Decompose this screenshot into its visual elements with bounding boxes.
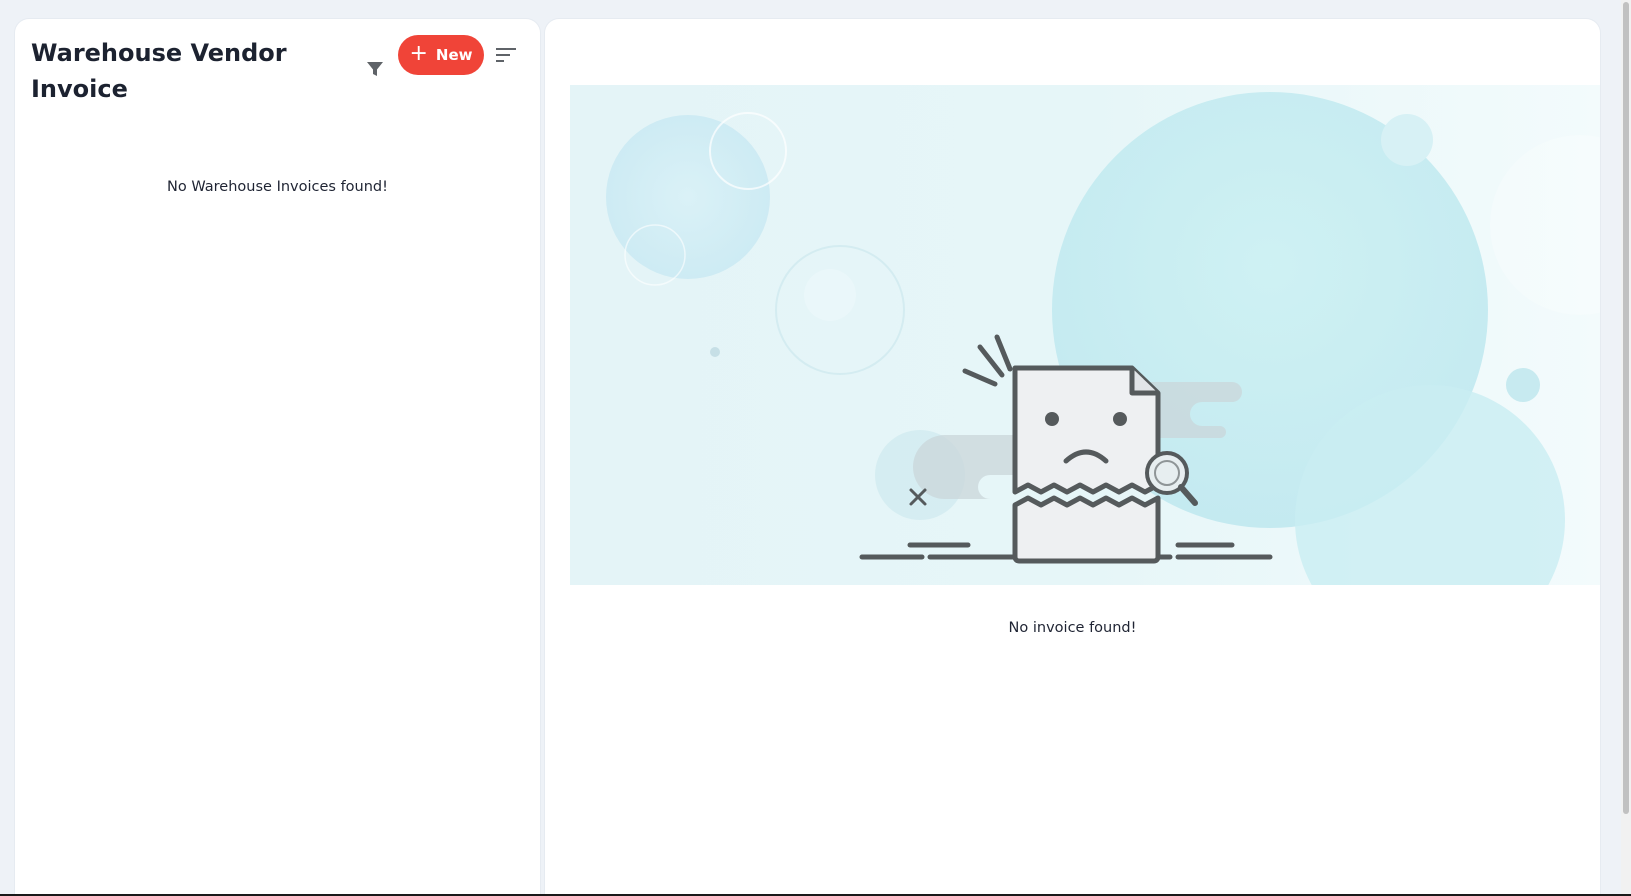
- new-invoice-button[interactable]: + New: [398, 35, 484, 75]
- no-results-illustration: [570, 85, 1600, 585]
- detail-empty-message: No invoice found!: [1008, 620, 1137, 636]
- filter-button[interactable]: [351, 45, 399, 93]
- page-scrollbar[interactable]: [1621, 0, 1631, 896]
- filter-icon: [367, 62, 383, 76]
- page-title: Warehouse Vendor Invoice: [31, 39, 287, 103]
- list-empty-message: No Warehouse Invoices found!: [167, 179, 388, 195]
- plus-icon: +: [409, 41, 428, 66]
- new-button-label: New: [435, 46, 473, 64]
- app-root: Warehouse Vendor Invoice + New No Wareho…: [0, 0, 1631, 896]
- sort-icon: [496, 48, 516, 62]
- invoice-detail-panel: No invoice found!: [545, 19, 1600, 896]
- scrollbar-thumb[interactable]: [1623, 2, 1629, 814]
- sort-button[interactable]: [490, 39, 522, 71]
- invoice-list-panel: Warehouse Vendor Invoice + New No Wareho…: [15, 19, 540, 896]
